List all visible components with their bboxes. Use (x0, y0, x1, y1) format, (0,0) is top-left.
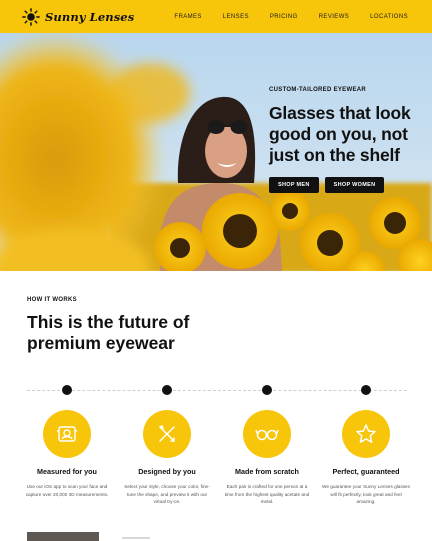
hero-section: CUSTOM-TAILORED EYEWEAR Glasses that loo… (0, 33, 432, 271)
timeline-dot (162, 385, 172, 395)
next-section-image (27, 532, 99, 541)
nav-frames[interactable]: FRAMES (174, 14, 201, 20)
step-title: Measured for you (37, 467, 97, 476)
step-icon-circle (342, 410, 390, 458)
how-it-works-label: HOW IT WORKS (27, 297, 77, 303)
timeline-dot (262, 385, 272, 395)
step-description: Use our iOS app to scan your face and ca… (25, 484, 109, 497)
step-title: Designed by you (138, 467, 196, 476)
section-title: This is the future of premium eyewear (27, 312, 190, 353)
step-title: Made from scratch (235, 467, 299, 476)
brand-name: Sunny Lenses (45, 9, 135, 24)
timeline-dot (361, 385, 371, 395)
measure-icon (57, 426, 77, 442)
shop-men-button[interactable]: SHOP MEN (269, 177, 319, 193)
step-perfect: Perfect, guaranteed We guarantee your Su… (316, 410, 416, 506)
star-icon (356, 424, 376, 443)
glasses-icon (255, 429, 279, 441)
step-icon-circle (143, 410, 191, 458)
design-tools-icon (159, 424, 175, 442)
hero-title: Glasses that look good on you, not just … (269, 103, 411, 165)
hero-buttons: SHOP MEN SHOP WOMEN (269, 177, 429, 193)
main-nav: FRAMES LENSES PRICING REVIEWS LOCATIONS (174, 0, 408, 33)
step-made: Made from scratch Each pair is crafted f… (217, 410, 317, 506)
timeline-line (27, 390, 407, 391)
next-section-text (122, 537, 150, 539)
sun-icon (22, 7, 40, 26)
nav-pricing[interactable]: PRICING (270, 14, 298, 20)
step-measured: Measured for you Use our iOS app to scan… (17, 410, 117, 498)
site-header: Sunny Lenses FRAMES LENSES PRICING REVIE… (0, 0, 432, 33)
nav-reviews[interactable]: REVIEWS (319, 14, 349, 20)
hero-eyebrow: CUSTOM-TAILORED EYEWEAR (269, 87, 367, 93)
nav-lenses[interactable]: LENSES (223, 14, 249, 20)
brand-logo[interactable]: Sunny Lenses (22, 7, 135, 26)
step-designed: Designed by you Select your style, choos… (117, 410, 217, 506)
nav-locations[interactable]: LOCATIONS (370, 14, 408, 20)
step-title: Perfect, guaranteed (332, 467, 400, 476)
hero-copy: CUSTOM-TAILORED EYEWEAR Glasses that loo… (269, 87, 429, 193)
step-description: Select your style, choose your color, fi… (124, 484, 210, 504)
timeline-dot (62, 385, 72, 395)
step-icon-circle (43, 410, 91, 458)
step-description: Each pair is crafted for one person at a… (224, 484, 310, 504)
step-description: We guarantee your Sunny Lenses glasses w… (322, 484, 410, 504)
step-icon-circle (243, 410, 291, 458)
shop-women-button[interactable]: SHOP WOMEN (324, 177, 385, 193)
